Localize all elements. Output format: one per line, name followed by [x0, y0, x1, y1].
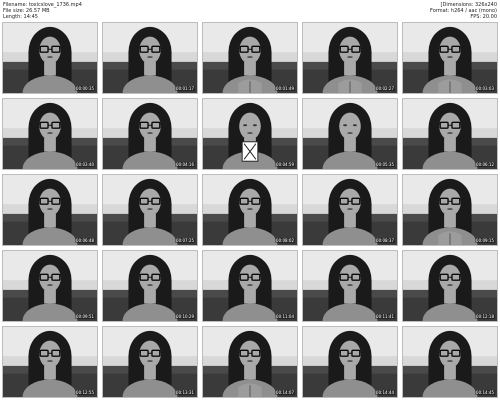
thumbnail-image [303, 99, 397, 169]
thumbnail-image [403, 175, 497, 245]
thumbnail-image [403, 99, 497, 169]
thumbnail-timestamp: 00:14:45 [475, 390, 495, 395]
thumbnail-timestamp: 00:02:27 [375, 86, 395, 91]
thumbnail-timestamp: 00:04:59 [275, 162, 295, 167]
thumbnail-timestamp: 00:00:35 [75, 86, 95, 91]
thumbnail-image [3, 327, 97, 397]
thumbnail-frame[interactable]: 00:14:44 [302, 326, 398, 398]
thumbnail-frame[interactable]: 00:00:35 [2, 22, 98, 94]
thumbnail-frame[interactable]: 00:11:41 [302, 250, 398, 322]
thumbnail-frame[interactable]: 00:01:49 [202, 22, 298, 94]
thumbnail-timestamp: 00:13:31 [175, 390, 195, 395]
thumbnail-timestamp: 00:12:18 [475, 314, 495, 319]
thumbnail-image [3, 99, 97, 169]
thumbnail-image [103, 327, 197, 397]
thumbnail-image [3, 251, 97, 321]
file-info: Filename: toxicslove_1736.mp4 File size:… [3, 2, 82, 20]
thumbnail-image [303, 175, 397, 245]
thumbnail-image [303, 23, 397, 93]
thumbnail-frame[interactable]: 00:03:03 [402, 22, 498, 94]
thumbnail-frame[interactable]: 00:09:15 [402, 174, 498, 246]
thumbnail-image [203, 327, 297, 397]
thumbnail-image [303, 327, 397, 397]
thumbnail-timestamp: 00:01:49 [275, 86, 295, 91]
thumbnail-image [403, 251, 497, 321]
thumbnail-timestamp: 00:04:16 [175, 162, 195, 167]
thumbnail-image [203, 23, 297, 93]
thumbnail-image [103, 99, 197, 169]
thumbnail-frame[interactable]: 00:12:18 [402, 250, 498, 322]
thumbnail-timestamp: 00:14:07 [275, 390, 295, 395]
thumbnail-frame[interactable]: 00:06:12 [402, 98, 498, 170]
thumbnail-frame[interactable]: 00:01:17 [102, 22, 198, 94]
thumbnail-timestamp: 00:09:51 [75, 314, 95, 319]
thumbnail-frame[interactable]: 00:08:02 [202, 174, 298, 246]
thumbnail-timestamp: 00:03:40 [75, 162, 95, 167]
thumbnail-image [103, 175, 197, 245]
thumbnail-frame[interactable]: 00:05:35 [302, 98, 398, 170]
thumbnail-timestamp: 00:01:17 [175, 86, 195, 91]
thumbnail-timestamp: 00:06:48 [75, 238, 95, 243]
thumbnail-frame[interactable]: 00:09:51 [2, 250, 98, 322]
thumbnail-frame[interactable]: 00:13:31 [102, 326, 198, 398]
thumbnail-image [3, 23, 97, 93]
thumbnail-timestamp: 00:05:35 [375, 162, 395, 167]
thumbnail-timestamp: 00:09:15 [475, 238, 495, 243]
thumbnail-timestamp: 00:11:41 [375, 314, 395, 319]
thumbnail-frame[interactable]: 00:14:07 [202, 326, 298, 398]
thumbnail-image [203, 175, 297, 245]
thumbnail-frame[interactable]: 00:04:16 [102, 98, 198, 170]
thumbnail-frame[interactable]: 00:03:40 [2, 98, 98, 170]
thumbnail-frame[interactable]: 00:02:27 [302, 22, 398, 94]
thumbnail-frame[interactable]: 00:07:25 [102, 174, 198, 246]
thumbnail-image [303, 251, 397, 321]
thumbnail-frame[interactable]: 00:14:45 [402, 326, 498, 398]
thumbnail-frame[interactable]: 00:12:55 [2, 326, 98, 398]
thumbnail-timestamp: 00:11:04 [275, 314, 295, 319]
thumbnail-grid: 00:00:35 00:01:17 00:01:49 00:02:27 00:03:03… [2, 22, 498, 398]
thumbnail-timestamp: 00:12:55 [75, 390, 95, 395]
length-line: Length: 14:45 [3, 14, 38, 20]
thumbnail-timestamp: 00:14:44 [375, 390, 395, 395]
thumbnail-timestamp: 00:06:12 [475, 162, 495, 167]
thumbnail-frame[interactable]: 00:11:04 [202, 250, 298, 322]
video-info: [Dimensions: 326x240 Format: h264 / aac … [430, 2, 497, 20]
thumbnail-image [203, 99, 297, 169]
thumbnail-image [103, 23, 197, 93]
thumbnail-image [103, 251, 197, 321]
thumbnail-timestamp: 00:07:25 [175, 238, 195, 243]
thumbnail-image [403, 327, 497, 397]
thumbnail-frame[interactable]: 00:10:29 [102, 250, 198, 322]
thumbnail-frame[interactable]: 00:08:37 [302, 174, 398, 246]
thumbnail-timestamp: 00:08:02 [275, 238, 295, 243]
thumbnail-frame[interactable]: 00:06:48 [2, 174, 98, 246]
thumbnail-image [203, 251, 297, 321]
fps-line: FPS: 20.00 [470, 14, 497, 20]
thumbnail-timestamp: 00:08:37 [375, 238, 395, 243]
thumbnail-image [3, 175, 97, 245]
thumbnail-image [403, 23, 497, 93]
thumbnail-timestamp: 00:03:03 [475, 86, 495, 91]
thumbnail-timestamp: 00:10:29 [175, 314, 195, 319]
thumbnail-frame[interactable]: 00:04:59 [202, 98, 298, 170]
contact-sheet-header: Filename: toxicslove_1736.mp4 File size:… [0, 0, 500, 22]
